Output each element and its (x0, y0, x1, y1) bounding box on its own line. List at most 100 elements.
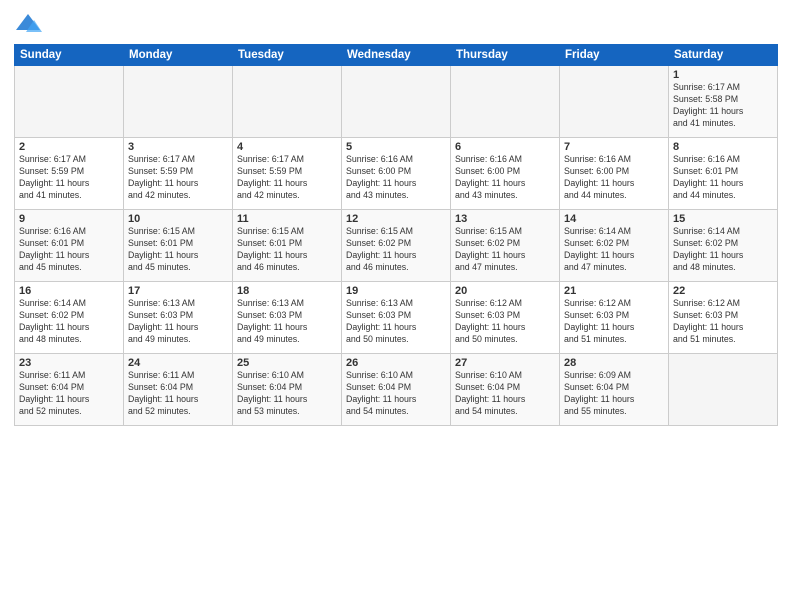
day-number: 23 (19, 357, 119, 369)
day-info: Sunrise: 6:13 AMSunset: 6:03 PMDaylight:… (346, 298, 446, 346)
week-row-3: 9Sunrise: 6:16 AMSunset: 6:01 PMDaylight… (15, 210, 778, 282)
day-info: Sunrise: 6:12 AMSunset: 6:03 PMDaylight:… (455, 298, 555, 346)
day-info: Sunrise: 6:15 AMSunset: 6:01 PMDaylight:… (128, 226, 228, 274)
day-cell: 14Sunrise: 6:14 AMSunset: 6:02 PMDayligh… (560, 210, 669, 282)
day-info: Sunrise: 6:17 AMSunset: 5:59 PMDaylight:… (237, 154, 337, 202)
day-number: 14 (564, 213, 664, 225)
day-info: Sunrise: 6:12 AMSunset: 6:03 PMDaylight:… (673, 298, 773, 346)
day-info: Sunrise: 6:10 AMSunset: 6:04 PMDaylight:… (237, 370, 337, 418)
day-number: 27 (455, 357, 555, 369)
day-cell (15, 66, 124, 138)
day-cell: 7Sunrise: 6:16 AMSunset: 6:00 PMDaylight… (560, 138, 669, 210)
day-number: 25 (237, 357, 337, 369)
day-cell (560, 66, 669, 138)
header-row: SundayMondayTuesdayWednesdayThursdayFrid… (15, 45, 778, 66)
day-info: Sunrise: 6:14 AMSunset: 6:02 PMDaylight:… (564, 226, 664, 274)
day-info: Sunrise: 6:09 AMSunset: 6:04 PMDaylight:… (564, 370, 664, 418)
day-cell (451, 66, 560, 138)
day-number: 4 (237, 141, 337, 153)
day-cell: 8Sunrise: 6:16 AMSunset: 6:01 PMDaylight… (669, 138, 778, 210)
day-number: 22 (673, 285, 773, 297)
day-cell: 26Sunrise: 6:10 AMSunset: 6:04 PMDayligh… (342, 354, 451, 426)
day-cell: 25Sunrise: 6:10 AMSunset: 6:04 PMDayligh… (233, 354, 342, 426)
day-number: 1 (673, 69, 773, 81)
day-cell: 2Sunrise: 6:17 AMSunset: 5:59 PMDaylight… (15, 138, 124, 210)
day-number: 9 (19, 213, 119, 225)
day-cell: 12Sunrise: 6:15 AMSunset: 6:02 PMDayligh… (342, 210, 451, 282)
week-row-1: 1Sunrise: 6:17 AMSunset: 5:58 PMDaylight… (15, 66, 778, 138)
col-header-monday: Monday (124, 45, 233, 66)
day-cell (669, 354, 778, 426)
day-cell: 24Sunrise: 6:11 AMSunset: 6:04 PMDayligh… (124, 354, 233, 426)
week-row-4: 16Sunrise: 6:14 AMSunset: 6:02 PMDayligh… (15, 282, 778, 354)
day-number: 10 (128, 213, 228, 225)
day-info: Sunrise: 6:15 AMSunset: 6:01 PMDaylight:… (237, 226, 337, 274)
day-cell: 19Sunrise: 6:13 AMSunset: 6:03 PMDayligh… (342, 282, 451, 354)
day-info: Sunrise: 6:10 AMSunset: 6:04 PMDaylight:… (455, 370, 555, 418)
day-info: Sunrise: 6:17 AMSunset: 5:58 PMDaylight:… (673, 82, 773, 130)
day-number: 5 (346, 141, 446, 153)
day-number: 8 (673, 141, 773, 153)
day-info: Sunrise: 6:15 AMSunset: 6:02 PMDaylight:… (455, 226, 555, 274)
day-cell: 9Sunrise: 6:16 AMSunset: 6:01 PMDaylight… (15, 210, 124, 282)
day-info: Sunrise: 6:17 AMSunset: 5:59 PMDaylight:… (19, 154, 119, 202)
day-cell: 11Sunrise: 6:15 AMSunset: 6:01 PMDayligh… (233, 210, 342, 282)
col-header-tuesday: Tuesday (233, 45, 342, 66)
day-number: 3 (128, 141, 228, 153)
day-number: 28 (564, 357, 664, 369)
day-cell: 15Sunrise: 6:14 AMSunset: 6:02 PMDayligh… (669, 210, 778, 282)
day-info: Sunrise: 6:13 AMSunset: 6:03 PMDaylight:… (128, 298, 228, 346)
day-cell: 22Sunrise: 6:12 AMSunset: 6:03 PMDayligh… (669, 282, 778, 354)
day-cell: 20Sunrise: 6:12 AMSunset: 6:03 PMDayligh… (451, 282, 560, 354)
col-header-wednesday: Wednesday (342, 45, 451, 66)
day-cell: 1Sunrise: 6:17 AMSunset: 5:58 PMDaylight… (669, 66, 778, 138)
day-info: Sunrise: 6:11 AMSunset: 6:04 PMDaylight:… (128, 370, 228, 418)
day-number: 21 (564, 285, 664, 297)
day-number: 18 (237, 285, 337, 297)
day-cell (124, 66, 233, 138)
header (14, 10, 778, 38)
logo-icon (14, 10, 42, 38)
day-info: Sunrise: 6:14 AMSunset: 6:02 PMDaylight:… (673, 226, 773, 274)
day-info: Sunrise: 6:15 AMSunset: 6:02 PMDaylight:… (346, 226, 446, 274)
day-cell: 16Sunrise: 6:14 AMSunset: 6:02 PMDayligh… (15, 282, 124, 354)
day-info: Sunrise: 6:11 AMSunset: 6:04 PMDaylight:… (19, 370, 119, 418)
day-number: 26 (346, 357, 446, 369)
col-header-saturday: Saturday (669, 45, 778, 66)
day-cell: 27Sunrise: 6:10 AMSunset: 6:04 PMDayligh… (451, 354, 560, 426)
day-cell: 23Sunrise: 6:11 AMSunset: 6:04 PMDayligh… (15, 354, 124, 426)
day-info: Sunrise: 6:16 AMSunset: 6:01 PMDaylight:… (673, 154, 773, 202)
day-cell: 13Sunrise: 6:15 AMSunset: 6:02 PMDayligh… (451, 210, 560, 282)
day-cell (342, 66, 451, 138)
day-info: Sunrise: 6:16 AMSunset: 6:00 PMDaylight:… (564, 154, 664, 202)
day-number: 2 (19, 141, 119, 153)
day-cell: 17Sunrise: 6:13 AMSunset: 6:03 PMDayligh… (124, 282, 233, 354)
day-cell: 18Sunrise: 6:13 AMSunset: 6:03 PMDayligh… (233, 282, 342, 354)
day-number: 6 (455, 141, 555, 153)
day-number: 24 (128, 357, 228, 369)
week-row-5: 23Sunrise: 6:11 AMSunset: 6:04 PMDayligh… (15, 354, 778, 426)
day-info: Sunrise: 6:17 AMSunset: 5:59 PMDaylight:… (128, 154, 228, 202)
page: SundayMondayTuesdayWednesdayThursdayFrid… (0, 0, 792, 612)
day-number: 16 (19, 285, 119, 297)
day-cell: 4Sunrise: 6:17 AMSunset: 5:59 PMDaylight… (233, 138, 342, 210)
day-cell: 28Sunrise: 6:09 AMSunset: 6:04 PMDayligh… (560, 354, 669, 426)
day-cell: 21Sunrise: 6:12 AMSunset: 6:03 PMDayligh… (560, 282, 669, 354)
day-number: 20 (455, 285, 555, 297)
day-cell: 3Sunrise: 6:17 AMSunset: 5:59 PMDaylight… (124, 138, 233, 210)
day-cell: 5Sunrise: 6:16 AMSunset: 6:00 PMDaylight… (342, 138, 451, 210)
week-row-2: 2Sunrise: 6:17 AMSunset: 5:59 PMDaylight… (15, 138, 778, 210)
day-info: Sunrise: 6:16 AMSunset: 6:00 PMDaylight:… (346, 154, 446, 202)
col-header-thursday: Thursday (451, 45, 560, 66)
day-info: Sunrise: 6:13 AMSunset: 6:03 PMDaylight:… (237, 298, 337, 346)
day-cell: 6Sunrise: 6:16 AMSunset: 6:00 PMDaylight… (451, 138, 560, 210)
day-info: Sunrise: 6:10 AMSunset: 6:04 PMDaylight:… (346, 370, 446, 418)
day-info: Sunrise: 6:16 AMSunset: 6:00 PMDaylight:… (455, 154, 555, 202)
day-cell (233, 66, 342, 138)
col-header-sunday: Sunday (15, 45, 124, 66)
day-number: 13 (455, 213, 555, 225)
col-header-friday: Friday (560, 45, 669, 66)
day-info: Sunrise: 6:14 AMSunset: 6:02 PMDaylight:… (19, 298, 119, 346)
day-number: 17 (128, 285, 228, 297)
day-info: Sunrise: 6:12 AMSunset: 6:03 PMDaylight:… (564, 298, 664, 346)
